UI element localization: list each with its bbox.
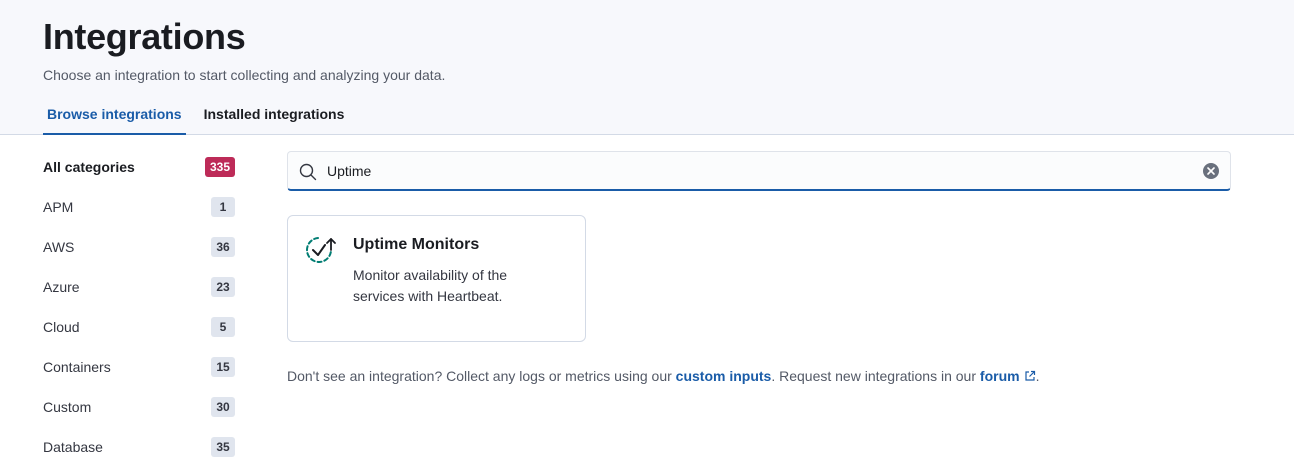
category-sidebar: All categories 335 APM 1 AWS 36 Azure 23… (43, 147, 235, 467)
page-description: Choose an integration to start collectin… (43, 67, 446, 83)
footer-text: . (1035, 368, 1040, 384)
category-count-badge: 15 (211, 357, 235, 377)
page-title: Integrations (43, 16, 246, 57)
integration-card-uptime-monitors[interactable]: Uptime Monitors Monitor availability of … (287, 215, 586, 342)
category-apm[interactable]: APM 1 (43, 187, 235, 227)
page-header: Integrations Choose an integration to st… (0, 0, 1294, 135)
footer-help-text: Don't see an integration? Collect any lo… (287, 368, 1039, 384)
category-label: All categories (43, 159, 135, 175)
category-label: Custom (43, 399, 92, 415)
search-input[interactable] (327, 152, 1197, 190)
category-containers[interactable]: Containers 15 (43, 347, 235, 387)
category-custom[interactable]: Custom 30 (43, 387, 235, 427)
category-cloud[interactable]: Cloud 5 (43, 307, 235, 347)
category-count-badge: 335 (204, 157, 235, 177)
category-count-badge: 5 (211, 317, 235, 337)
category-label: APM (43, 199, 74, 215)
tabs: Browse integrations Installed integratio… (43, 100, 362, 135)
forum-link-label: forum (979, 368, 1020, 384)
category-label: Azure (43, 279, 80, 295)
category-count-badge: 23 (211, 277, 235, 297)
card-description: Monitor availability of the services wit… (353, 267, 508, 304)
category-all[interactable]: All categories 335 (43, 147, 235, 187)
clear-icon[interactable] (1203, 163, 1219, 179)
search-field (287, 151, 1231, 191)
category-label: Database (43, 439, 103, 455)
search-icon (299, 163, 317, 181)
category-label: AWS (43, 239, 75, 255)
category-label: Containers (43, 359, 111, 375)
category-count-badge: 35 (211, 437, 235, 457)
category-count-badge: 1 (211, 197, 235, 217)
footer-text: Don't see an integration? Collect any lo… (287, 368, 676, 384)
category-database[interactable]: Database 35 (43, 427, 235, 467)
tab-installed-integrations[interactable]: Installed integrations (200, 100, 349, 135)
forum-link[interactable]: forum (980, 368, 1036, 384)
category-label: Cloud (43, 319, 80, 335)
category-aws[interactable]: AWS 36 (43, 227, 235, 267)
footer-text: . Request new integrations in our (771, 368, 980, 384)
tab-browse-integrations[interactable]: Browse integrations (43, 100, 186, 135)
card-title: Uptime Monitors (353, 236, 480, 253)
category-count-badge: 30 (211, 397, 235, 417)
category-count-badge: 36 (211, 237, 235, 257)
category-azure[interactable]: Azure 23 (43, 267, 235, 307)
uptime-icon (306, 237, 336, 263)
custom-inputs-link[interactable]: custom inputs (676, 368, 772, 384)
external-link-icon (1024, 370, 1035, 381)
